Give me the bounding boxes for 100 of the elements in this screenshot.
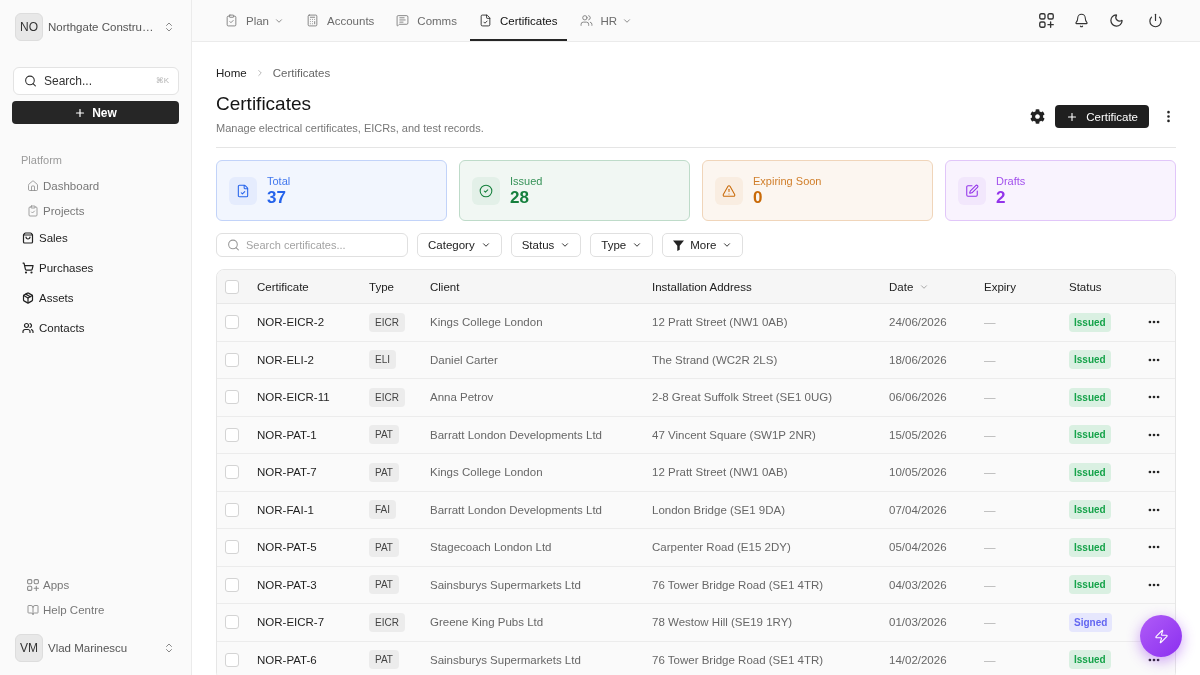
page-title: Certificates [216,92,312,116]
breadcrumb-link[interactable]: Certificates [272,66,331,80]
sidebar-item[interactable]: Contacts [12,313,91,343]
table-cell: NOR-PAT-5 [257,541,317,554]
table-cell: NOR-EICR-2 [257,316,325,329]
table-cell: 2-8 Great Suffolk Street (SE1 0UG) [652,391,833,404]
caret-icon [560,240,571,250]
chevrons-icon[interactable] [163,642,175,654]
status-badge: Issued [1069,537,1111,557]
house-icon [27,179,39,192]
table-cell: — [984,616,996,629]
status-badge: Issued [1069,462,1111,482]
table-cell: 05/04/2026 [889,541,947,554]
checkbox[interactable] [225,577,239,592]
checkbox[interactable] [225,427,239,442]
type-tag: FAI [369,500,396,520]
table-cell: Sainsburys Supermarkets Ltd [430,578,581,591]
column-header[interactable]: Expiry [984,280,1016,293]
user-name[interactable]: Vlad Marinescu [48,642,158,654]
table-cell: Anna Petrov [430,391,494,404]
stat-value: 0 [753,187,763,208]
table-cell: — [984,503,996,516]
file-check-icon [229,176,257,205]
cart-icon [22,262,34,274]
checkbox[interactable] [225,652,239,667]
status-badge: Issued [1069,500,1111,520]
sidebar-item[interactable]: Help Centre [12,597,111,622]
table-cell: 04/03/2026 [889,578,947,591]
status-badge: Issued [1069,650,1111,670]
status-badge: Issued [1069,350,1111,370]
page-subtitle: Manage electrical certificates, EICRs, and test records. [216,121,484,135]
table-cell: 78 Westow Hill (SE19 1RY) [652,616,793,629]
sidebar-item[interactable]: Projects [12,198,91,223]
settings-icon[interactable] [1030,109,1046,124]
sidebar-item[interactable]: Sales [12,223,74,253]
sidebar-item[interactable]: Assets [12,283,80,313]
nav-tab[interactable]: Plan [216,0,294,41]
table-cell: NOR-PAT-7 [257,466,317,479]
table-cell: NOR-EICR-7 [257,616,325,629]
nav-tab[interactable]: Certificates [469,0,567,41]
user-avatar[interactable]: VM [15,634,43,662]
filter-dropdown[interactable]: Type [590,233,654,257]
shortcut-hint: ⌘K [155,76,169,86]
checkbox[interactable] [225,465,239,480]
table-cell: 24/06/2026 [889,316,947,329]
table-cell: — [984,353,996,366]
table-cell: 76 Tower Bridge Road (SE1 4TR) [652,653,824,666]
checkbox[interactable] [225,279,239,294]
status-badge: Issued [1069,312,1111,332]
table-cell: NOR-EICR-11 [257,391,330,404]
type-tag: PAT [369,575,399,595]
checkbox[interactable] [225,352,239,367]
table-cell: The Strand (WC2R 2LS) [652,353,778,366]
table-cell: 47 Vincent Square (SW1P 2NR) [652,428,816,441]
column-header[interactable]: Status [1069,280,1102,293]
filter-dropdown[interactable]: Status [510,233,582,257]
stat-value: 37 [267,187,286,208]
file-check-icon [478,14,492,27]
chevrons-icon[interactable] [163,21,175,33]
sidebar-item[interactable]: Apps [12,572,76,597]
status-badge: Issued [1069,425,1111,445]
workspace-avatar[interactable]: NO [15,13,43,41]
nav-tab[interactable]: Comms [387,0,466,41]
sidebar-item[interactable]: Purchases [12,253,100,283]
table-cell: NOR-PAT-6 [257,653,317,666]
column-header[interactable]: Date [889,280,930,293]
new-button[interactable]: New [12,101,179,124]
breadcrumb-link[interactable]: Home [216,66,247,80]
table-cell: — [984,466,996,479]
nav-tab[interactable]: HR [570,0,642,41]
table-cell: 12 Pratt Street (NW1 0AB) [652,466,788,479]
column-header[interactable]: Certificate [257,280,309,293]
checkbox[interactable] [225,390,239,405]
power-icon [1147,13,1163,28]
nav-tab[interactable]: Accounts [297,0,384,41]
checkbox[interactable] [225,315,239,330]
table-cell: NOR-FAI-1 [257,503,314,516]
table-cell: 76 Tower Bridge Road (SE1 4TR) [652,578,824,591]
plus-icon [1066,110,1079,123]
warning-icon [715,176,743,205]
workspace-name[interactable]: Northgate Constru… [48,21,158,33]
search-icon [24,74,37,88]
checkbox[interactable] [225,540,239,555]
filter-dropdown[interactable]: Category [417,233,502,257]
checkbox[interactable] [225,615,239,630]
column-header[interactable]: Installation Address [652,280,752,293]
lightning-icon [1153,628,1169,644]
sidebar-item[interactable]: Dashboard [12,173,106,198]
clipboard-icon [225,14,238,27]
table-cell: 06/06/2026 [889,391,947,404]
search-field[interactable]: Search certificates... [216,233,408,257]
status-badge: Issued [1069,575,1111,595]
checkbox[interactable] [225,502,239,517]
add-certificate-button[interactable]: Certificate [1055,105,1149,128]
table-cell: — [984,578,996,591]
column-header[interactable]: Client [430,280,460,293]
more-filters-button[interactable]: More [662,233,744,257]
stat-value: 28 [510,187,529,208]
column-header[interactable]: Type [369,280,394,293]
table-cell: — [984,541,996,554]
